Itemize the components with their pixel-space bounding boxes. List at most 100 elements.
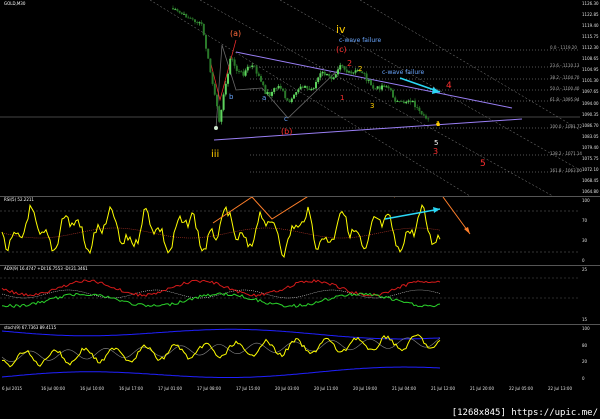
candle-body [277,85,280,89]
fib-label-138: 138.2 - 1071.14 [550,151,582,156]
candle-body [420,110,423,115]
candle-body [242,71,245,76]
price-chart-canvas[interactable] [0,0,580,196]
rsi-panel[interactable]: RSI(5) 52.2211 [0,197,580,265]
fib-label-100: 100.0 - 1081.72 [550,124,582,129]
channel-line [199,0,554,196]
candle-body [207,48,210,59]
candle-body [374,88,377,90]
rsi-canvas[interactable] [0,197,580,265]
adx-panel[interactable]: ADX(9) 16.4747 +DI:16.7553 -DI:21.3461 [0,266,580,324]
wave-label-small-a: a [262,94,267,102]
candle-body [253,65,256,67]
candle-body [400,101,403,102]
candle-body [321,71,324,74]
candle-body [178,10,181,13]
candle-body [378,86,381,90]
candle-body [343,66,346,70]
wave-label-red-1: 1 [340,94,345,102]
candle-body [191,18,194,20]
channel-line [359,0,580,131]
price-axis-tick: 1126.30 [582,1,599,6]
triangle-lower-line [213,118,523,141]
time-axis-tick: 17 Jul 08:00 [197,386,221,391]
wave-label-red-2: 2 [347,59,353,68]
candle-body [387,86,390,89]
candle-body [407,100,410,102]
fib-label-38: 38.2 - 1104.70 [550,75,580,80]
candle-body [403,101,405,104]
candle-body [389,88,392,91]
candle-body [202,23,205,35]
candle-body [213,83,216,95]
candle-body [427,118,430,120]
price-chart-panel[interactable]: GOLD,M30 iv iii (a) (b) (c) c-wave failu… [0,0,582,196]
rsi-orange-wave [212,197,395,224]
candle-body [244,70,247,76]
adx-canvas[interactable] [0,266,580,324]
price-axis-tick: 1097.65 [582,89,599,95]
time-axis-tick: 17 Jul 15:00 [236,386,260,391]
rsi-axis: 100 70 30 0 [580,197,600,265]
time-axis-tick: 16 Jul 10:00 [80,386,104,391]
wave-label-small-b: b [229,93,234,101]
wave-label-3-red: 3 [433,147,439,156]
candle-body [310,89,313,91]
time-axis-tick: 21 Jul 20:00 [470,386,494,391]
rsi-axis-tick: 70 [582,218,588,223]
candle-body [297,89,300,93]
candle-body [381,85,383,90]
candle-body [229,58,232,74]
stoch-main-line [1,334,441,368]
wave-label-4: 4 [446,81,452,91]
fib-label-23: 23.6 - 1110.13 [550,63,580,68]
rsi-title: RSI(5) 52.2211 [4,197,34,202]
price-axis-tick: 1072.10 [582,166,599,172]
channel-line [279,0,580,171]
wave-label-a-paren: (a) [230,29,242,38]
stoch-upper-band [1,328,441,340]
stoch-axis-tick: 0 [582,376,585,381]
candle-body [264,85,267,95]
candle-body [246,66,249,71]
candle-body [271,91,273,96]
candle-body [323,71,326,76]
candle-body [194,19,196,23]
candle-body [268,91,271,96]
triangle-upper-line [235,51,513,109]
candle-body [334,74,337,78]
wave-label-3-yellow: 3 [370,102,375,110]
time-axis-tick: 16 Jul 17:00 [119,386,143,391]
stoch-panel[interactable]: stoch(9) 67.7363 89.4115 [0,325,580,383]
wave-label-iv: iv [336,23,346,36]
candle-body [332,77,335,79]
price-axis-tick: 1122.85 [582,12,599,18]
rsi-cyan-arrow-head [433,207,440,213]
candle-body [385,86,388,88]
candle-body [187,17,190,19]
fib-label-61: 61.8 - 1095.94 [550,97,580,102]
price-axis-tick: 1083.05 [582,133,599,139]
rsi-orange-arrow-head [464,227,470,234]
candle-body [315,82,317,89]
stoch-axis-tick: 80 [582,342,588,348]
candle-body [288,100,291,103]
channel-line [149,0,471,196]
candle-body [416,107,419,108]
candle-body [273,88,276,92]
candle-body [306,86,309,89]
c-wave-failure-label-1: c-wave failure [339,37,382,44]
candle-body [183,13,185,15]
price-axis-tick: 1115.75 [582,34,599,40]
candle-body [189,17,192,19]
candle-body [211,72,214,84]
candle-body [240,71,243,73]
wave-label-5-red: 5 [480,159,486,169]
candle-body [235,65,238,71]
candle-body [200,22,203,24]
candle-body [405,101,408,104]
stoch-canvas[interactable] [0,325,580,383]
candle-body [372,85,375,89]
rsi-signal-line [1,227,441,239]
candle-body [341,65,344,67]
